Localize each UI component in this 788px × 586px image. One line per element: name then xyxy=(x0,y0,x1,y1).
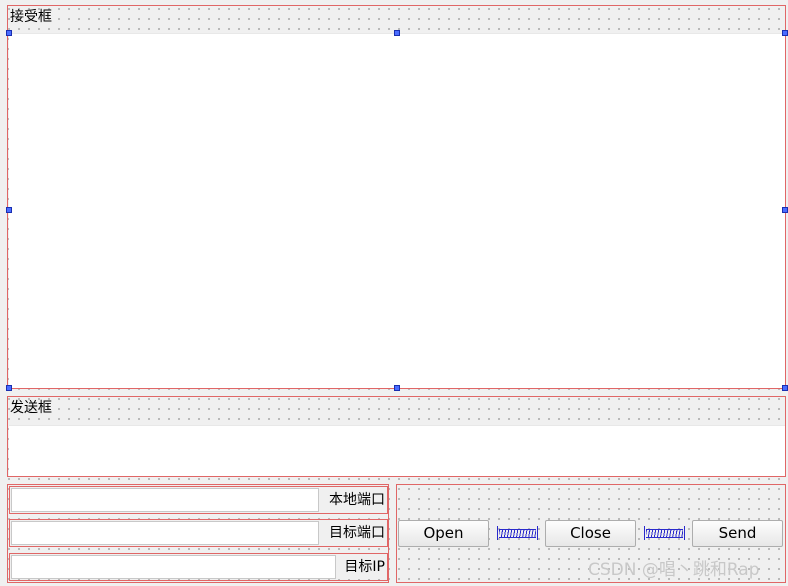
target-port-input[interactable] xyxy=(11,521,319,545)
local-port-input[interactable] xyxy=(11,488,319,512)
close-button[interactable]: Close xyxy=(545,520,636,547)
send-textbox[interactable] xyxy=(9,425,785,476)
selection-handle[interactable] xyxy=(6,30,12,36)
send-button[interactable]: Send xyxy=(692,520,783,547)
target-port-label: 目标端口 xyxy=(319,521,387,545)
local-port-label: 本地端口 xyxy=(319,488,387,512)
receive-group-title: 接受框 xyxy=(10,9,52,25)
send-group-title: 发送框 xyxy=(10,400,52,416)
horizontal-spacer xyxy=(644,526,685,540)
watermark: CSDN @唱丶跳和Rap xyxy=(588,560,760,580)
horizontal-spacer xyxy=(497,526,538,540)
receive-textbox[interactable] xyxy=(9,33,785,388)
selection-handle[interactable] xyxy=(782,30,788,36)
selection-handle[interactable] xyxy=(394,30,400,36)
selection-handle[interactable] xyxy=(782,385,788,391)
target-ip-label: 目标IP xyxy=(336,555,387,579)
selection-handle[interactable] xyxy=(394,385,400,391)
target-ip-input[interactable] xyxy=(11,555,336,579)
open-button[interactable]: Open xyxy=(398,520,489,547)
selection-handle[interactable] xyxy=(6,207,12,213)
selection-handle[interactable] xyxy=(782,207,788,213)
selection-handle[interactable] xyxy=(6,385,12,391)
